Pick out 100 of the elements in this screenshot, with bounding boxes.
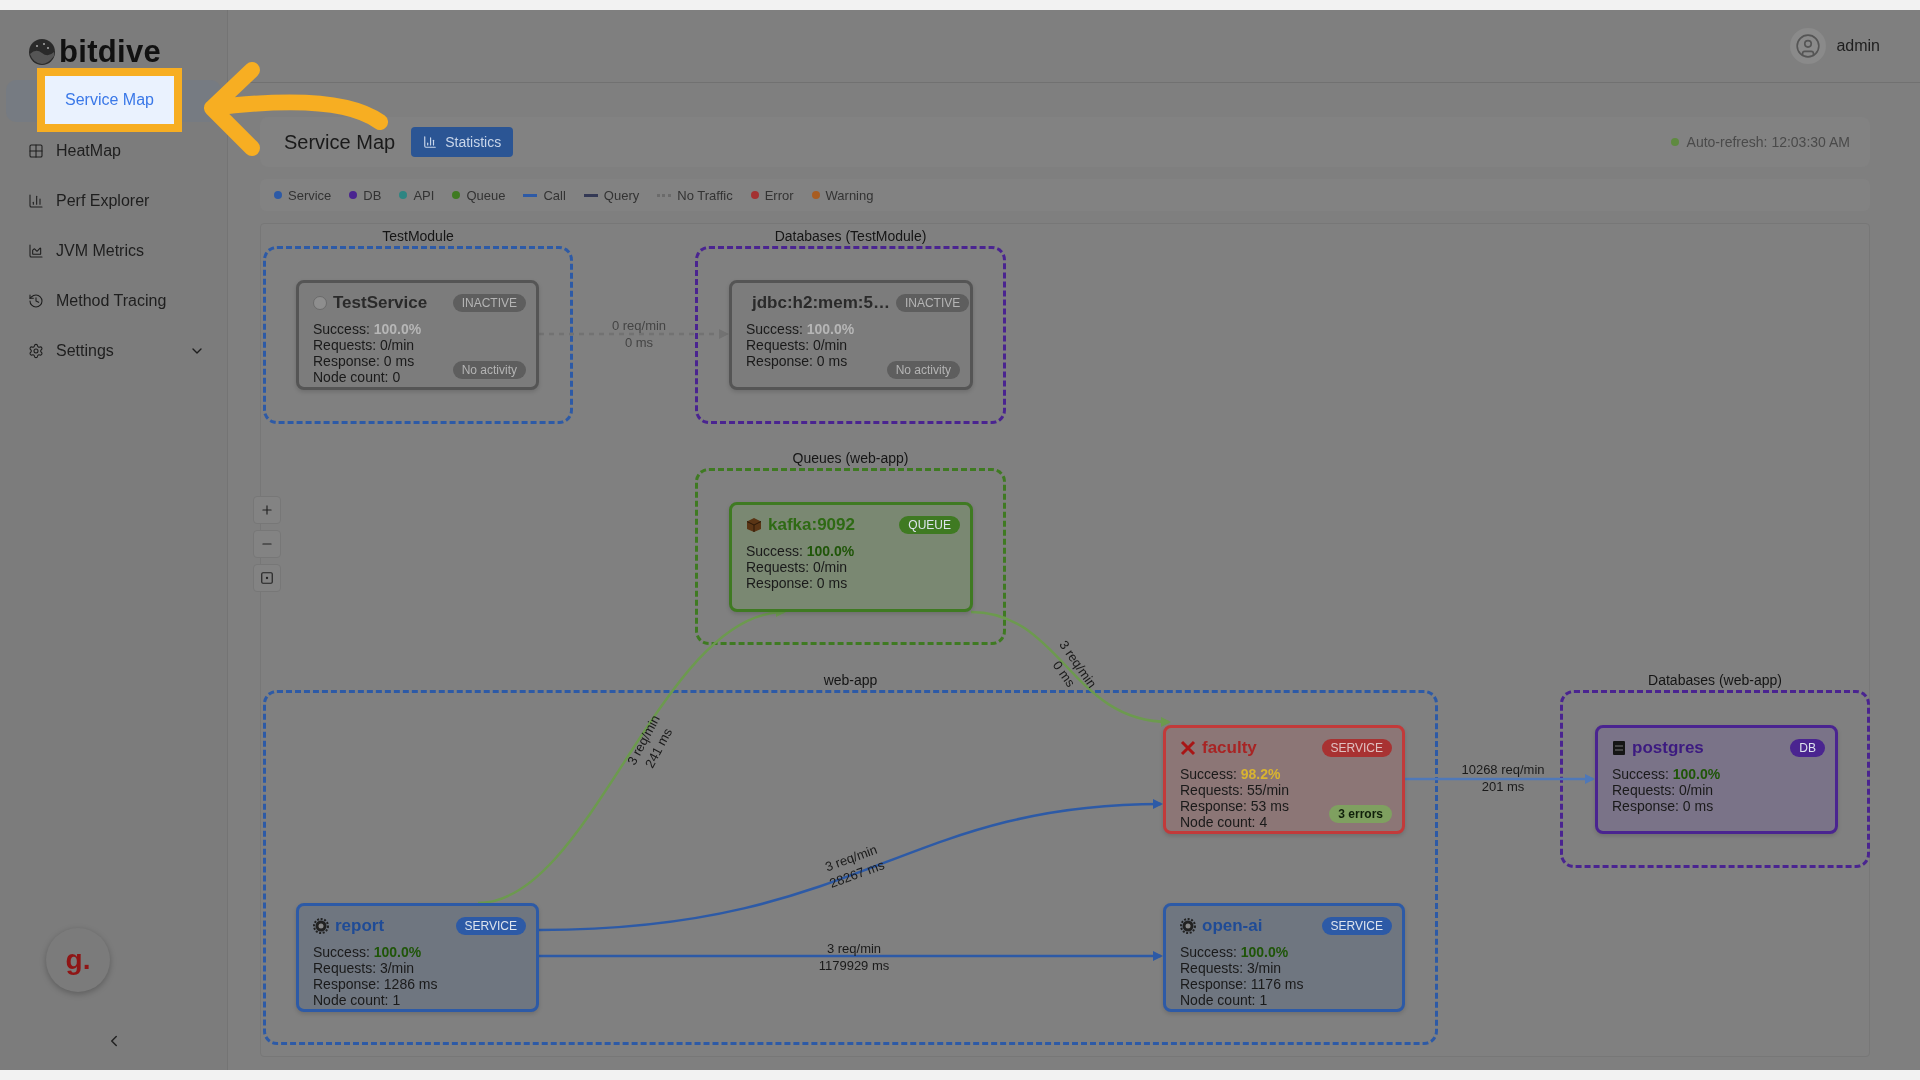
node-type-badge: INACTIVE: [452, 294, 526, 312]
node-status-badge: No activity: [452, 361, 526, 379]
node-card[interactable]: TestService INACTIVE Success: 100.0% Requests: 0/min Response: 0 ms Node count: 0 No activity: [296, 280, 539, 390]
node-metric: Node count: 1: [313, 992, 401, 1008]
node-metric: Requests: 0/min: [1612, 782, 1714, 798]
node-metric: Success: 100.0%: [313, 321, 422, 337]
page-title: Service Map: [284, 130, 396, 154]
node-card[interactable]: faculty SERVICE Success: 98.2% Requests: 55/min Response: 53 ms Node count: 4 3 errors: [1163, 725, 1405, 834]
nav-icon: [28, 343, 44, 359]
node-card[interactable]: report SERVICE Success: 100.0% Requests: 3/min Response: 1286 ms Node count: 1: [296, 903, 539, 1012]
node-type-badge: QUEUE: [899, 516, 960, 534]
legend-label: Error: [764, 187, 794, 203]
edge-latency: 201 ms: [1480, 778, 1526, 795]
node-metric: Response: 1286 ms: [313, 976, 438, 992]
gear-icon: [313, 918, 329, 934]
nav-item[interactable]: Settings: [6, 330, 221, 372]
plus-icon: [260, 503, 274, 517]
node-name: TestService: [333, 293, 429, 313]
chart-icon: [423, 135, 438, 149]
legend-label: Warning: [825, 187, 874, 203]
group-label: Databases (web-app): [1648, 672, 1782, 688]
node-name: kafka:9092: [768, 515, 856, 535]
edge-rate: 3 req/min: [825, 940, 883, 957]
avatar-icon[interactable]: [1790, 28, 1827, 64]
help-widget-button[interactable]: g.: [46, 928, 110, 992]
auto-refresh-text: Auto-refresh: 12:03:30 AM: [1686, 134, 1850, 150]
nav-icon: [28, 293, 44, 309]
group-label: TestModule: [382, 228, 454, 244]
edge-latency: 0 ms: [623, 334, 655, 351]
node-metric: Requests: 3/min: [313, 960, 415, 976]
node-metric: Response: 53 ms: [1180, 798, 1289, 814]
node-metric: Response: 0 ms: [313, 353, 415, 369]
node-metric: Response: 0 ms: [746, 575, 848, 591]
legend-label: No Traffic: [677, 187, 733, 203]
package-icon: [746, 517, 762, 533]
node-metric: Requests: 3/min: [1180, 960, 1282, 976]
node-metric: Node count: 1: [1180, 992, 1268, 1008]
node-card[interactable]: postgres DB Success: 100.0% Requests: 0/min Response: 0 ms: [1595, 725, 1838, 834]
node-type-badge: INACTIVE: [895, 294, 970, 312]
node-name: open-ai: [1202, 916, 1264, 936]
node-status-badge: 3 errors: [1329, 805, 1392, 823]
node-metric: Response: 0 ms: [746, 353, 848, 369]
statistics-button[interactable]: Statistics: [411, 127, 514, 157]
zoom-in-button[interactable]: [253, 496, 281, 524]
nav-item[interactable]: HeatMap: [6, 130, 221, 172]
node-metric: Success: 98.2%: [1180, 766, 1281, 782]
node-metric: Success: 100.0%: [313, 944, 422, 960]
highlighted-nav-item[interactable]: Service Map: [37, 68, 182, 132]
node-type-badge: SERVICE: [1321, 917, 1392, 935]
zoom-out-button[interactable]: [253, 530, 281, 558]
nav-item[interactable]: JVM Metrics: [6, 230, 221, 272]
group-label: Queues (web-app): [792, 450, 909, 466]
node-metric: Node count: 4: [1180, 814, 1268, 830]
node-name: faculty: [1202, 738, 1258, 758]
nav-item[interactable]: Perf Explorer: [6, 180, 221, 222]
logo-icon: [28, 38, 56, 66]
nav-item[interactable]: Method Tracing: [6, 280, 221, 322]
status-dot-icon: [313, 296, 327, 310]
nav-icon: [28, 193, 44, 209]
node-card[interactable]: open-ai SERVICE Success: 100.0% Requests: 3/min Response: 1176 ms Node count: 1: [1163, 903, 1405, 1012]
node-name: jdbc:h2:mem:5…: [752, 293, 890, 313]
node-metric: Requests: 0/min: [313, 337, 415, 353]
node-metric: Node count: 0: [313, 369, 401, 385]
legend-label: API: [413, 187, 435, 203]
node-metric: Requests: 0/min: [746, 337, 848, 353]
edge-rate: 10268 req/min: [1461, 761, 1545, 778]
node-metric: Success: 100.0%: [1612, 766, 1721, 782]
legend-label: Queue: [466, 187, 506, 203]
close-icon: [1180, 740, 1196, 756]
legend-label: Call: [543, 187, 566, 203]
node-status-badge: No activity: [886, 361, 960, 379]
group-label: Databases (TestModule): [774, 228, 927, 244]
status-dot-icon: [1670, 138, 1679, 146]
node-type-badge: DB: [1790, 739, 1825, 757]
node-metric: Requests: 55/min: [1180, 782, 1289, 798]
node-type-badge: SERVICE: [455, 917, 526, 935]
legend-label: DB: [363, 187, 382, 203]
node-metric: Response: 1176 ms: [1180, 976, 1304, 992]
node-name: report: [335, 916, 386, 936]
group-label: web-app: [823, 672, 878, 688]
node-metric: Success: 100.0%: [746, 321, 855, 337]
node-name: postgres: [1632, 738, 1705, 758]
node-metric: Response: 0 ms: [1612, 798, 1714, 814]
node-metric: Success: 100.0%: [746, 543, 855, 559]
edge-rate: 0 req/min: [611, 317, 667, 334]
logo-text: bitdive: [59, 34, 161, 70]
fit-icon: [260, 571, 274, 585]
node-metric: Requests: 0/min: [746, 559, 848, 575]
node-metric: Success: 100.0%: [1180, 944, 1289, 960]
legend-label: Service: [288, 187, 332, 203]
gear-icon: [1180, 918, 1196, 934]
nav-icon: [28, 143, 44, 159]
legend-label: Query: [603, 187, 640, 203]
server-icon: [1612, 740, 1626, 756]
node-card[interactable]: jdbc:h2:mem:5… INACTIVE Success: 100.0% Requests: 0/min Response: 0 ms No activity: [729, 280, 973, 390]
nav-icon: [28, 243, 44, 259]
fit-view-button[interactable]: [253, 564, 281, 592]
edge-latency: 1179929 ms: [818, 957, 890, 974]
user-name: admin: [1836, 37, 1880, 55]
node-card[interactable]: kafka:9092 QUEUE Success: 100.0% Requests: 0/min Response: 0 ms: [729, 502, 973, 612]
